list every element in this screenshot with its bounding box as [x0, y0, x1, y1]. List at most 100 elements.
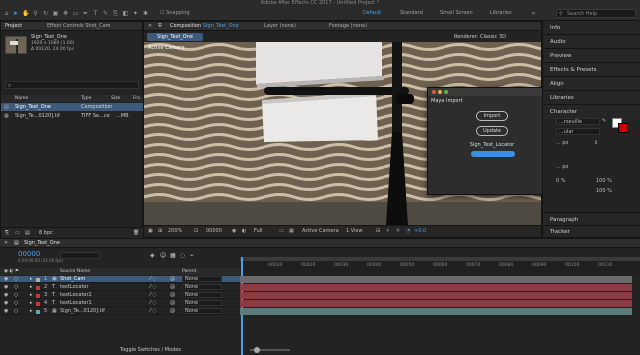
expand-arrow-icon[interactable]: ▸	[30, 292, 33, 299]
layer-switches-icon[interactable]: ⁄ ◌	[150, 276, 157, 283]
workspace-small-screen[interactable]: Small Screen	[440, 10, 473, 16]
exposure-value[interactable]: +0.0	[414, 226, 426, 236]
layer-track-bar[interactable]	[240, 276, 632, 283]
frame-blend-icon[interactable]: ▦	[170, 252, 176, 259]
visibility-eye-icon[interactable]: ◉	[4, 300, 8, 307]
zoom-select[interactable]: 200%	[168, 226, 182, 236]
layer-track-bar[interactable]	[240, 300, 632, 307]
solo-icon[interactable]: ○	[14, 276, 18, 283]
layer-switches-icon[interactable]: ⁄ ◌	[150, 284, 157, 291]
hand-tool-icon[interactable]: ✋	[22, 10, 29, 17]
close-timeline-tab-icon[interactable]: ✕	[4, 239, 8, 248]
transparency-icon[interactable]: ▦	[289, 226, 294, 236]
renderer-control[interactable]: Renderer: Classic 3D	[454, 34, 506, 40]
panel-paragraph[interactable]: Paragraph	[544, 212, 640, 226]
zoom-slider[interactable]	[250, 347, 290, 353]
font-style-select[interactable]: ...ular	[556, 128, 600, 135]
close-dot-icon[interactable]	[432, 90, 436, 94]
pen-tool-icon[interactable]: ✒	[82, 10, 89, 17]
comp-name-chip[interactable]: Sign_Test_One	[147, 33, 203, 41]
layer-name[interactable]: textLocator2	[60, 292, 92, 299]
font-family-select[interactable]: ...rseuille	[556, 118, 600, 125]
rotate-tool-icon[interactable]: ↻	[42, 10, 49, 17]
panel-info[interactable]: Info	[544, 21, 640, 35]
font-size-field[interactable]: ... px	[556, 140, 569, 146]
layer-track-bar[interactable]	[240, 284, 632, 291]
col-frame[interactable]: Fra	[133, 95, 140, 102]
layer-track-bar[interactable]	[240, 308, 632, 315]
layer-name[interactable]: Sign_Te...0120].tif	[60, 308, 105, 315]
timeline-search-input[interactable]	[60, 252, 100, 259]
project-item[interactable]: ▦ Sign_Te...0120].tif TIFF Se...ce ...MB	[1, 112, 144, 120]
tab-layer[interactable]: Layer (none)	[264, 22, 296, 31]
col-type[interactable]: Type	[81, 95, 91, 102]
search-help-input[interactable]: ⚲ Search Help	[556, 9, 636, 18]
col-source-name[interactable]: Source Name	[60, 268, 90, 275]
pick-whip-icon[interactable]: @	[170, 276, 175, 283]
panel-audio[interactable]: Audio	[544, 35, 640, 49]
zoom-dot-icon[interactable]	[444, 90, 448, 94]
timecode-display[interactable]: 00000	[206, 226, 222, 236]
motion-blur-icon[interactable]: ◌	[180, 252, 185, 259]
workspace-default[interactable]: Default	[363, 10, 381, 16]
layer-name[interactable]: textLocator1	[60, 300, 92, 307]
panel-tracker[interactable]: Tracker	[544, 226, 640, 238]
type-tool-icon[interactable]: T	[92, 10, 99, 17]
panel-libraries[interactable]: Libraries	[544, 91, 640, 105]
parent-select[interactable]: None	[182, 292, 222, 298]
layer-switches-icon[interactable]: ⁄ ◌	[150, 300, 157, 307]
pick-whip-icon[interactable]: @	[170, 284, 175, 291]
workspace-standard[interactable]: Standard	[400, 10, 423, 16]
expand-arrow-icon[interactable]: ▸	[30, 308, 33, 315]
pick-whip-icon[interactable]: @	[170, 308, 175, 315]
tab-project[interactable]: Project	[5, 22, 22, 31]
visibility-eye-icon[interactable]: ◉	[4, 276, 8, 283]
workspace-libraries[interactable]: Libraries	[490, 10, 512, 16]
snapping-checkbox[interactable]: ☐ Snapping	[160, 10, 190, 17]
workspace-overflow-icon[interactable]: »	[530, 10, 537, 17]
draft-3d-icon[interactable]: ◈	[150, 252, 155, 259]
expand-arrow-icon[interactable]: ▸	[30, 284, 33, 291]
interpret-footage-icon[interactable]: ⎘	[5, 228, 9, 238]
puppet-tool-icon[interactable]: ✱	[142, 10, 149, 17]
pan-behind-tool-icon[interactable]: ✥	[62, 10, 69, 17]
solo-icon[interactable]: ○	[14, 308, 18, 315]
layer-switches-icon[interactable]: ⁄ ◌	[150, 308, 157, 315]
safe-margins-icon[interactable]: ⊡	[194, 226, 198, 236]
label-color-swatch[interactable]	[36, 302, 40, 306]
layer-switches-icon[interactable]: ⁄ ◌	[150, 292, 157, 299]
layer-name[interactable]: textLocator	[60, 284, 89, 291]
update-button[interactable]: Update	[476, 126, 508, 136]
rectangle-tool-icon[interactable]: ▭	[72, 10, 79, 17]
label-color-swatch[interactable]	[36, 278, 40, 282]
graph-editor-icon[interactable]: ⌁	[190, 252, 194, 259]
snapshot-icon[interactable]: ◉	[232, 226, 236, 236]
flowchart-icon[interactable]: ⛗	[396, 226, 400, 236]
pick-whip-icon[interactable]: @	[170, 300, 175, 307]
home-icon[interactable]: ⌂	[3, 10, 10, 17]
minimize-dot-icon[interactable]	[438, 90, 442, 94]
clone-tool-icon[interactable]: ⎘	[112, 10, 119, 17]
panel-character[interactable]: Character	[544, 105, 640, 119]
parent-select[interactable]: None	[182, 300, 222, 306]
horizontal-scale-field[interactable]: 100 %	[596, 178, 612, 184]
fast-preview-icon[interactable]: ⚡	[386, 226, 390, 236]
layer-track-bar[interactable]	[240, 292, 632, 299]
col-size[interactable]: Size	[111, 95, 120, 102]
tab-composition[interactable]: Composition Sign_Test_One	[170, 22, 239, 31]
eyedropper-icon[interactable]: ✎	[602, 118, 606, 124]
parent-select[interactable]: None	[182, 284, 222, 290]
eraser-tool-icon[interactable]: ◧	[122, 10, 129, 17]
timeline-timecode[interactable]: 00000	[18, 250, 40, 258]
channel-icon[interactable]: ◐	[242, 226, 246, 236]
project-item[interactable]: ▤ Sign_Test_One Composition	[1, 103, 144, 111]
lock-icon[interactable]: ⛨	[158, 22, 162, 31]
expand-arrow-icon[interactable]: ▸	[30, 276, 33, 283]
roto-tool-icon[interactable]: ✦	[132, 10, 139, 17]
bpc-label[interactable]: 8 bpc	[39, 228, 53, 238]
col-name[interactable]: Name	[15, 95, 28, 102]
toggle-switches-modes[interactable]: Toggle Switches / Modes	[120, 347, 181, 353]
exposure-icon[interactable]: ◔	[406, 226, 410, 236]
col-parent[interactable]: Parent	[182, 268, 196, 275]
scale-field[interactable]: 0 %	[556, 178, 566, 184]
